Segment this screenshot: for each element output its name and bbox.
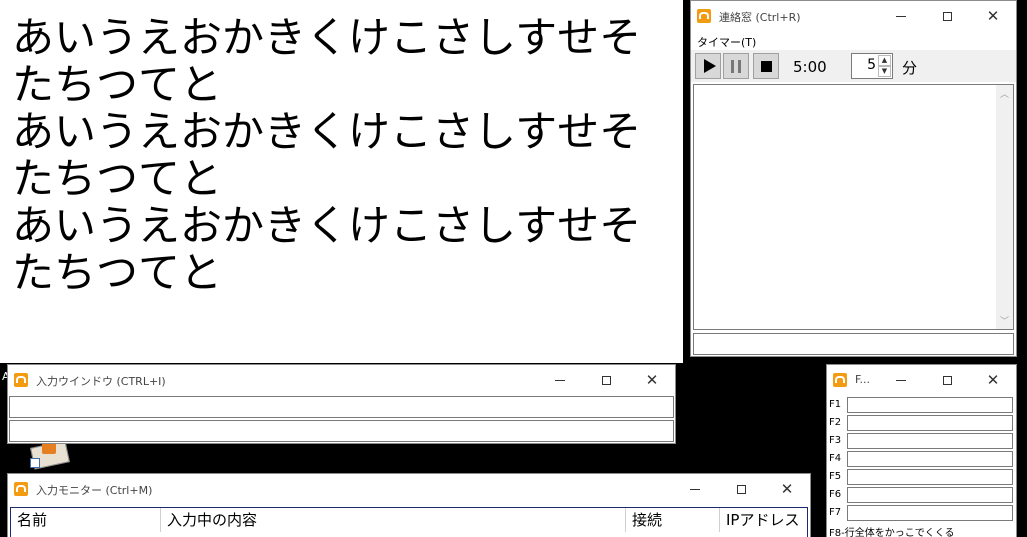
play-icon	[703, 59, 716, 73]
fkey-label-f7: F7	[829, 507, 842, 518]
column-header-name[interactable]: 名前	[11, 508, 161, 532]
text-line: たちつてと	[12, 60, 223, 109]
input-monitor-window: 入力モニター (Ctrl+M) ✕ 名前 入力中の内容 接続 IPアドレス	[7, 473, 811, 537]
fkey-field-f4[interactable]	[847, 451, 1013, 467]
timer-display: 5:00	[793, 58, 827, 76]
maximize-button[interactable]	[583, 365, 629, 395]
contact-log-area[interactable]: ︿ ﹀	[693, 84, 1014, 330]
scrollbar-vertical[interactable]: ︿ ﹀	[996, 85, 1013, 329]
stepper-up-icon[interactable]: ▲	[878, 55, 891, 66]
maximize-button[interactable]	[718, 474, 764, 504]
window-title: 連絡窓 (Ctrl+R)	[719, 11, 801, 24]
function-key-titlebar[interactable]: F... ✕	[827, 365, 1016, 395]
fkey-field-f1[interactable]	[847, 397, 1013, 413]
fkey-label-f5: F5	[829, 471, 842, 482]
close-button[interactable]: ✕	[764, 474, 810, 504]
fkey-field-f7[interactable]	[847, 505, 1013, 521]
fkey-label-f4: F4	[829, 453, 842, 464]
column-header-connection[interactable]: 接続	[626, 508, 720, 532]
close-button[interactable]: ✕	[629, 365, 675, 395]
fkey-field-f6[interactable]	[847, 487, 1013, 503]
text-display-window: あいうえおかきくけこさしすせそ たちつてと あいうえおかきくけこさしすせそ たち…	[0, 0, 683, 363]
text-line: あいうえおかきくけこさしすせそ	[12, 201, 642, 250]
close-button[interactable]: ✕	[970, 365, 1016, 395]
menu-timer[interactable]: タイマー(T)	[697, 34, 756, 50]
fkey-footer: F8-行全体をかっこでくくる	[829, 528, 955, 537]
minimize-button[interactable]	[878, 1, 924, 31]
column-header-content[interactable]: 入力中の内容	[161, 508, 626, 532]
function-key-window: F... ✕ F1 F2 F3 F4 F5 F6 F7 F8-行全体をかっこでく…	[826, 364, 1017, 537]
app-icon	[833, 373, 847, 387]
input-field-secondary[interactable]	[9, 420, 674, 442]
text-line: たちつてと	[12, 154, 223, 203]
fkey-field-f5[interactable]	[847, 469, 1013, 485]
minutes-stepper[interactable]: 5 ▲ ▼	[851, 53, 893, 79]
text-line: あいうえおかきくけこさしすせそ	[12, 13, 642, 62]
column-header-ip-address[interactable]: IPアドレス	[720, 508, 807, 532]
contact-window: 連絡窓 (Ctrl+R) ✕ タイマー(T) 5:00 5 ▲ ▼ 分 ︿ ﹀	[690, 0, 1017, 357]
app-icon	[14, 482, 28, 496]
app-icon	[697, 9, 711, 23]
text-line: あいうえおかきくけこさしすせそ	[12, 107, 642, 156]
stop-button[interactable]	[753, 53, 779, 79]
scroll-down-icon[interactable]: ﹀	[996, 314, 1013, 327]
minutes-value[interactable]: 5	[867, 57, 876, 73]
fkey-field-f2[interactable]	[847, 415, 1013, 431]
maximize-button[interactable]	[924, 365, 970, 395]
input-monitor-titlebar[interactable]: 入力モニター (Ctrl+M) ✕	[8, 474, 810, 504]
app-icon	[14, 373, 28, 387]
stop-icon	[760, 60, 772, 72]
fkey-label-f1: F1	[829, 399, 842, 410]
minimize-button[interactable]	[537, 365, 583, 395]
fkey-field-f3[interactable]	[847, 433, 1013, 449]
minimize-button[interactable]	[672, 474, 718, 504]
window-title: 入力モニター (Ctrl+M)	[36, 484, 153, 497]
fkey-label-f3: F3	[829, 435, 842, 446]
input-window-titlebar[interactable]: 入力ウインドウ (CTRL+I) ✕	[8, 365, 675, 395]
window-title: F...	[855, 373, 871, 386]
window-title: 入力ウインドウ (CTRL+I)	[36, 375, 166, 388]
input-field-primary[interactable]	[9, 396, 674, 418]
monitor-table-header: 名前 入力中の内容 接続 IPアドレス	[10, 507, 808, 537]
minutes-unit: 分	[902, 59, 918, 77]
scroll-up-icon[interactable]: ︿	[996, 87, 1013, 100]
contact-window-titlebar[interactable]: 連絡窓 (Ctrl+R) ✕	[691, 1, 1016, 31]
fkey-label-f2: F2	[829, 417, 842, 428]
contact-input-field[interactable]	[693, 333, 1014, 355]
close-button[interactable]: ✕	[970, 1, 1016, 31]
fkey-label-f6: F6	[829, 489, 842, 500]
pause-icon	[731, 59, 741, 73]
maximize-button[interactable]	[924, 1, 970, 31]
desktop-shortcut-icon[interactable]	[28, 440, 72, 470]
minimize-button[interactable]	[878, 365, 924, 395]
stepper-down-icon[interactable]: ▼	[878, 66, 891, 77]
text-line: たちつてと	[12, 248, 223, 297]
pause-button[interactable]	[723, 53, 749, 79]
play-button[interactable]	[695, 53, 721, 79]
input-window: 入力ウインドウ (CTRL+I) ✕	[7, 364, 676, 444]
